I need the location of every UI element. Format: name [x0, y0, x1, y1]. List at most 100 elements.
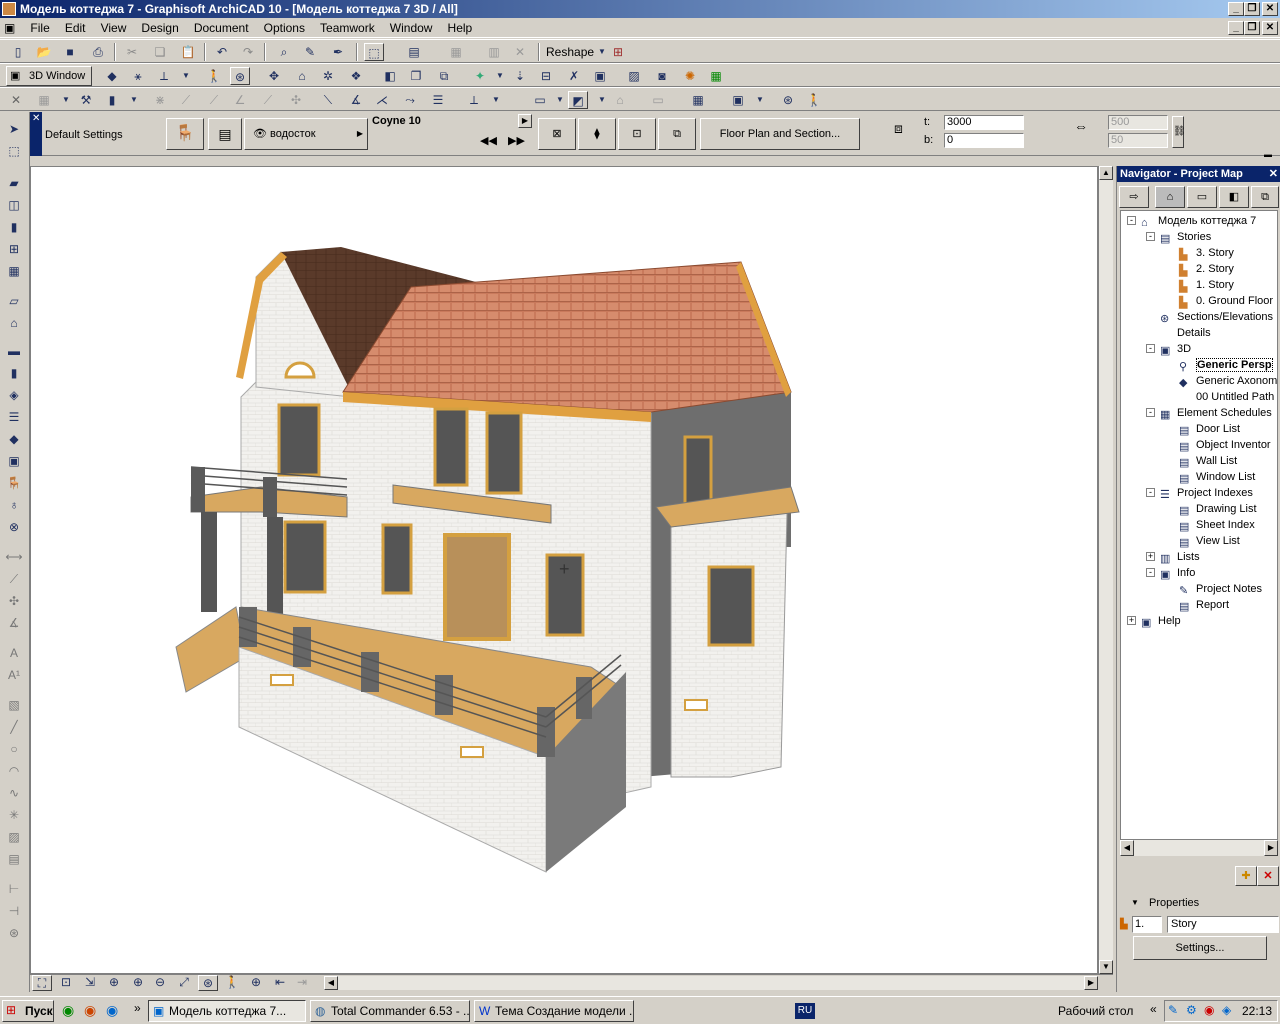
geometry-method-2-icon[interactable]: ⧫	[578, 118, 616, 150]
tree-expander[interactable]: -	[1146, 344, 1155, 353]
tree-item[interactable]: ⌂ Модель коттеджа 7	[1141, 213, 1256, 229]
explode-icon[interactable]: ✲	[318, 67, 338, 85]
object-settings-icon[interactable]: 🪑	[166, 118, 204, 150]
walk-icon[interactable]: 🚶	[204, 67, 224, 85]
tree-item[interactable]: ▣ 3D	[1160, 341, 1191, 357]
view2-dropdown-icon[interactable]: ▼	[592, 91, 612, 109]
t-field[interactable]: 3000	[944, 115, 1024, 130]
copy-icon[interactable]: ❏	[150, 43, 170, 61]
tray-1-icon[interactable]: ✎	[1168, 1003, 1178, 1017]
story-name-field[interactable]: Story	[1167, 916, 1279, 933]
label-tool-icon[interactable]: A¹	[4, 666, 24, 684]
zoom-in-icon[interactable]: ⊕	[128, 975, 148, 991]
distribute-icon[interactable]: ▦	[446, 43, 466, 61]
layer-selector[interactable]: 👁 водосток ▶	[244, 118, 368, 150]
scroll-right-icon[interactable]: ▶	[1084, 976, 1098, 990]
reshape-label[interactable]: Reshape	[546, 45, 594, 59]
geometry-method-4-icon[interactable]: ⧉	[658, 118, 696, 150]
elevation-icon[interactable]: ⇣	[510, 67, 530, 85]
tree-item[interactable]: 00 Untitled Path	[1179, 389, 1274, 405]
maximize-button[interactable]: ❐	[1244, 2, 1260, 16]
home-icon[interactable]: ⌂	[292, 67, 312, 85]
photo-icon[interactable]: ◙	[652, 67, 672, 85]
text-tool-icon[interactable]: A	[4, 644, 24, 662]
walker-icon[interactable]: 🚶	[804, 91, 824, 109]
section-tool-icon[interactable]: ⊟	[536, 67, 556, 85]
tree-item[interactable]: ☰ Project Indexes	[1160, 485, 1253, 501]
scroll-down-icon[interactable]: ▼	[1099, 960, 1113, 974]
filter-icon[interactable]: ⧉	[434, 67, 454, 85]
quicklaunch-2-icon[interactable]: ◉	[84, 1002, 96, 1019]
tree-item[interactable]: ▣ Help	[1141, 613, 1181, 629]
picture-icon[interactable]: ▨	[624, 67, 644, 85]
redo-icon[interactable]: ↷	[238, 43, 258, 61]
menu-help[interactable]: Help	[442, 18, 479, 35]
layout-book-icon[interactable]: ◧	[1219, 186, 1249, 208]
curtain-tool-icon[interactable]: ▦	[4, 262, 24, 280]
section-place-icon[interactable]: ⊢	[4, 880, 24, 898]
find-icon[interactable]: ⌕	[274, 43, 294, 61]
zoom-pan-icon[interactable]: ⊕	[246, 975, 266, 991]
doc-minimize-button[interactable]: _	[1228, 21, 1244, 35]
column-tool-icon[interactable]: ▮	[4, 364, 24, 382]
quicklaunch-more-icon[interactable]: »	[134, 1001, 141, 1015]
new-icon[interactable]: ▯	[8, 43, 28, 61]
window-view2-icon[interactable]: ▣	[728, 91, 748, 109]
fit-icon[interactable]: ⤢	[174, 975, 194, 991]
tree-expander[interactable]: -	[1146, 408, 1155, 417]
viewport-vertical-scrollbar[interactable]: ▲ ▼	[1098, 166, 1113, 974]
tree-expander[interactable]: +	[1127, 616, 1136, 625]
3d-viewport[interactable]: +	[30, 166, 1098, 974]
cancel-icon[interactable]: ✕	[6, 91, 26, 109]
trace-icon[interactable]: ✦	[470, 67, 490, 85]
grid-dropdown-icon[interactable]: ▼	[56, 91, 76, 109]
window-tool-icon[interactable]: ▮	[4, 218, 24, 236]
prev-zoom-icon[interactable]: ⇲	[80, 975, 100, 991]
tree-item[interactable]: ▤ View List	[1179, 533, 1240, 549]
hotspot-tool-icon[interactable]: ✳	[4, 806, 24, 824]
save-icon[interactable]: ■	[60, 43, 80, 61]
lamp-tool-icon[interactable]: ♁	[4, 496, 24, 514]
shell-tool-icon[interactable]: ◆	[4, 430, 24, 448]
eyedropper-icon[interactable]: ✎	[300, 43, 320, 61]
tree-item[interactable]: ▤ Door List	[1179, 421, 1240, 437]
width-field[interactable]: 500	[1108, 115, 1168, 130]
delete-icon[interactable]: ✕	[510, 43, 530, 61]
beam-tool-icon[interactable]: ▬	[4, 342, 24, 360]
sun-icon[interactable]: ✺	[680, 67, 700, 85]
frame-view-icon[interactable]: ▭	[648, 91, 668, 109]
tree-horizontal-scrollbar[interactable]	[1134, 840, 1264, 856]
tree-scroll-left-icon[interactable]: ◀	[1120, 840, 1134, 856]
circle-tool-icon[interactable]: ○	[4, 740, 24, 758]
minimize-button[interactable]: _	[1228, 2, 1244, 16]
dimension-tool-icon[interactable]: ⟷	[4, 548, 24, 566]
marquee-tool-icon[interactable]: ⬚	[4, 142, 24, 160]
tree-scroll-right-icon[interactable]: ▶	[1264, 840, 1278, 856]
house-view-icon[interactable]: ⌂	[610, 91, 630, 109]
line-tool-icon[interactable]: ╱	[4, 718, 24, 736]
line-icon[interactable]: ⟍	[318, 91, 338, 109]
orbit-status-icon[interactable]: ⊛	[198, 975, 218, 991]
tree-item[interactable]: ▥ Lists	[1160, 549, 1200, 565]
guide2-icon[interactable]: ⟋	[176, 91, 196, 109]
door-tool-icon[interactable]: ◫	[4, 196, 24, 214]
tree-expander[interactable]: -	[1127, 216, 1136, 225]
roof-tool-icon[interactable]: ⌂	[4, 314, 24, 332]
tree-item[interactable]: ⚲ Generic Persp	[1179, 357, 1273, 373]
tree-item[interactable]: Details	[1160, 325, 1211, 341]
quicklaunch-3-icon[interactable]: ◉	[106, 1002, 118, 1019]
guide6-icon[interactable]: ✣	[286, 91, 306, 109]
reshape-icon[interactable]: ⊞	[608, 43, 628, 61]
cut-icon[interactable]: ✂	[122, 43, 142, 61]
tree-item[interactable]: ▣ Info	[1160, 565, 1195, 581]
project-map-icon[interactable]: ⌂	[1155, 186, 1185, 208]
menu-edit[interactable]: Edit	[59, 18, 92, 35]
pan-icon[interactable]: ✥	[264, 67, 284, 85]
task-word[interactable]: Тема Создание модели ...	[474, 1000, 634, 1022]
axes-icon[interactable]: ⟂	[154, 67, 174, 85]
radial-tool-icon[interactable]: ✣	[4, 592, 24, 610]
tree-expander[interactable]: -	[1146, 568, 1155, 577]
quick-options-icon[interactable]: ⛶	[32, 975, 52, 991]
grid-icon[interactable]: ▥	[484, 43, 504, 61]
language-indicator[interactable]: RU	[795, 1003, 815, 1019]
